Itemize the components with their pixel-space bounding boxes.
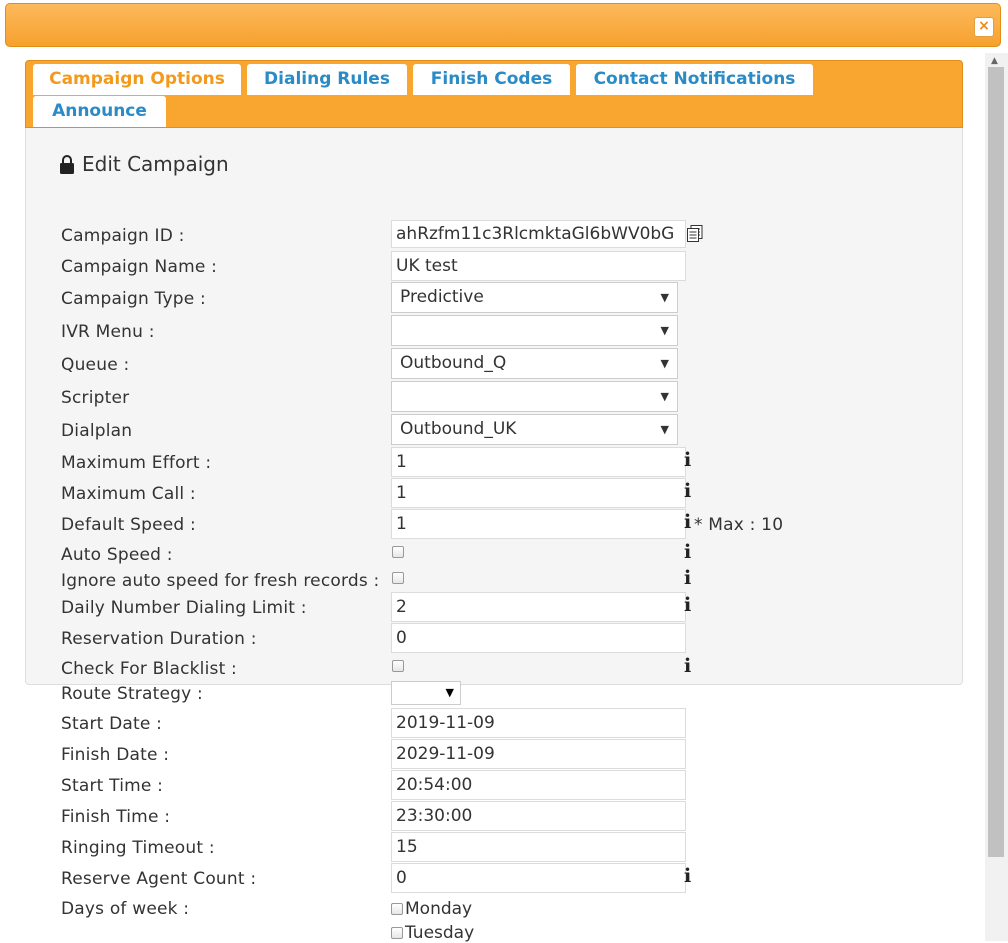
scripter-label: Scripter — [61, 388, 130, 408]
chevron-down-icon: ▼ — [660, 390, 669, 403]
day-tuesday[interactable]: Tuesday — [391, 923, 474, 943]
scroll-up-arrow-icon[interactable]: ▲ — [991, 56, 998, 66]
daily-limit-label: Daily Number Dialing Limit : — [61, 598, 307, 618]
lock-icon — [60, 154, 74, 174]
chevron-down-icon: ▼ — [445, 686, 454, 699]
ringing-timeout-field[interactable]: 15 — [391, 832, 686, 862]
start-time-label: Start Time : — [61, 776, 164, 796]
tuesday-checkbox[interactable] — [391, 927, 403, 939]
campaign-id-field[interactable]: ahRzfm11c3RlcmktaGl6bWV0bG — [391, 220, 686, 248]
days-of-week-label: Days of week : — [61, 899, 190, 919]
chevron-down-icon: ▼ — [660, 324, 669, 337]
info-icon[interactable]: i — [684, 567, 691, 589]
auto-speed-label: Auto Speed : — [61, 545, 173, 565]
check-blacklist-checkbox[interactable] — [392, 660, 404, 672]
auto-speed-checkbox[interactable] — [392, 546, 404, 558]
tab-campaign-options[interactable]: Campaign Options — [33, 64, 241, 95]
info-icon[interactable]: i — [684, 541, 691, 563]
info-icon[interactable]: i — [684, 449, 691, 471]
chevron-down-icon: ▼ — [660, 291, 669, 304]
dialplan-select[interactable]: Outbound_UK ▼ — [391, 414, 678, 445]
finish-time-field[interactable]: 23:30:00 — [391, 801, 686, 831]
tab-announce[interactable]: Announce — [33, 96, 166, 127]
dialplan-value: Outbound_UK — [400, 419, 517, 439]
start-date-field[interactable]: 2019-11-09 — [391, 708, 686, 738]
daily-limit-field[interactable]: 2 — [391, 592, 686, 622]
route-strategy-label: Route Strategy : — [61, 684, 203, 704]
copy-icon[interactable] — [687, 225, 703, 242]
tab-contact-notifications[interactable]: Contact Notifications — [576, 64, 813, 95]
dialplan-label: Dialplan — [61, 421, 133, 441]
default-speed-max-note: * Max : 10 — [694, 515, 784, 535]
finish-date-label: Finish Date : — [61, 745, 170, 765]
reservation-duration-field[interactable]: 0 — [391, 623, 686, 653]
reserve-agent-count-field[interactable]: 0 — [391, 863, 686, 893]
day-monday[interactable]: Monday — [391, 899, 472, 919]
campaign-id-label: Campaign ID : — [61, 226, 185, 246]
tab-finish-codes[interactable]: Finish Codes — [413, 64, 570, 95]
info-icon[interactable]: i — [684, 594, 691, 616]
ignore-auto-speed-checkbox[interactable] — [392, 572, 404, 584]
campaign-type-label: Campaign Type : — [61, 289, 206, 309]
day-monday-label: Monday — [405, 899, 473, 919]
default-speed-label: Default Speed : — [61, 515, 196, 535]
info-icon[interactable]: i — [684, 865, 691, 887]
maximum-call-label: Maximum Call : — [61, 484, 196, 504]
ivr-menu-label: IVR Menu : — [61, 322, 155, 342]
campaign-type-select[interactable]: Predictive ▼ — [391, 282, 678, 313]
campaign-name-field[interactable]: UK test — [391, 251, 686, 281]
info-icon[interactable]: i — [684, 511, 691, 533]
chevron-down-icon: ▼ — [660, 423, 669, 436]
route-strategy-select[interactable]: ▼ — [391, 681, 461, 705]
campaign-type-value: Predictive — [400, 287, 484, 307]
maximum-effort-label: Maximum Effort : — [61, 453, 212, 473]
day-tuesday-label: Tuesday — [405, 923, 475, 943]
start-time-field[interactable]: 20:54:00 — [391, 770, 686, 800]
close-button[interactable]: × — [974, 17, 994, 37]
page-title-text: Edit Campaign — [82, 152, 229, 176]
queue-label: Queue : — [61, 355, 130, 375]
info-icon[interactable]: i — [684, 480, 691, 502]
info-icon[interactable]: i — [684, 655, 691, 677]
campaign-name-label: Campaign Name : — [61, 257, 218, 277]
scrollbar-thumb[interactable] — [988, 67, 1004, 857]
reserve-agent-count-label: Reserve Agent Count : — [61, 869, 257, 889]
queue-select[interactable]: Outbound_Q ▼ — [391, 348, 678, 379]
start-date-label: Start Date : — [61, 714, 163, 734]
chevron-down-icon: ▼ — [660, 357, 669, 370]
reservation-duration-label: Reservation Duration : — [61, 629, 257, 649]
dialog-header: × — [5, 3, 1001, 47]
finish-date-field[interactable]: 2029-11-09 — [391, 739, 686, 769]
ivr-menu-select[interactable]: ▼ — [391, 315, 678, 346]
ringing-timeout-label: Ringing Timeout : — [61, 838, 215, 858]
finish-time-label: Finish Time : — [61, 807, 171, 827]
page-title: Edit Campaign — [60, 152, 229, 176]
check-blacklist-label: Check For Blacklist : — [61, 659, 237, 679]
monday-checkbox[interactable] — [391, 903, 403, 915]
vertical-scrollbar[interactable]: ▲ — [985, 53, 1008, 941]
maximum-call-field[interactable]: 1 — [391, 478, 686, 508]
scripter-select[interactable]: ▼ — [391, 381, 678, 412]
default-speed-field[interactable]: 1 — [391, 509, 686, 539]
tab-dialing-rules[interactable]: Dialing Rules — [247, 64, 407, 95]
ignore-auto-speed-label: Ignore auto speed for fresh records : — [61, 571, 380, 591]
queue-value: Outbound_Q — [400, 353, 507, 373]
maximum-effort-field[interactable]: 1 — [391, 447, 686, 477]
tab-bar: Campaign Options Dialing Rules Finish Co… — [25, 60, 963, 128]
